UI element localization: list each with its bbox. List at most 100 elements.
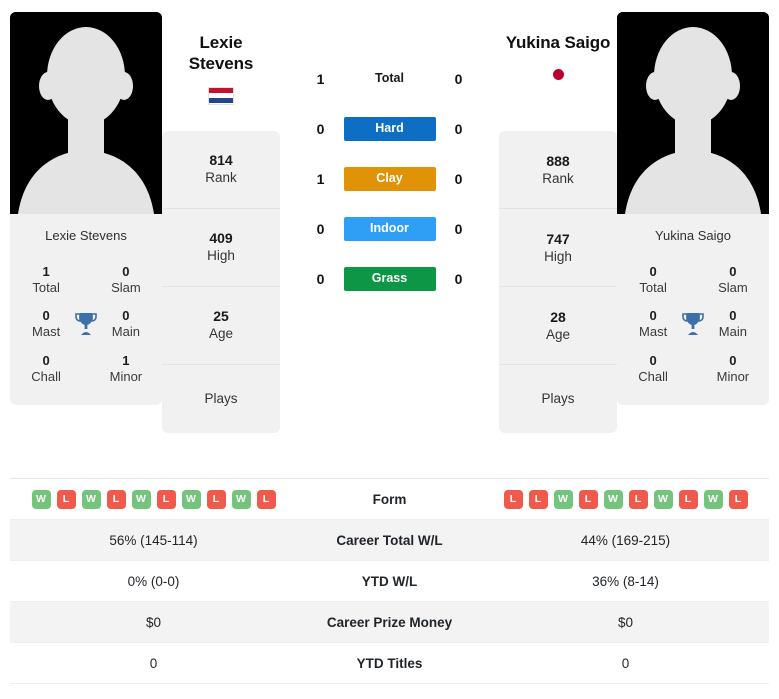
- row-label-ytd-titles: YTD Titles: [356, 655, 423, 671]
- value: 0: [649, 352, 657, 368]
- flag-circle: [552, 68, 564, 80]
- right-player-photo: [617, 12, 769, 214]
- table-row-career-total-wl: 56% (145-114) Career Total W/L 44% (169-…: [10, 519, 769, 561]
- row-label-career-prize-money: Career Prize Money: [326, 614, 453, 630]
- right-career-prize-money: $0: [617, 614, 634, 630]
- h2h-surface-badge-indoor[interactable]: Indoor: [343, 217, 436, 241]
- form-badge-w[interactable]: W: [131, 489, 151, 509]
- value: 0: [649, 308, 657, 324]
- right-player-name[interactable]: Yukina Saigo: [499, 32, 617, 53]
- row-label-form: Form: [372, 491, 407, 507]
- trophy-icon-svg: [75, 313, 97, 336]
- table-row-form: WLWLWLWLWL Form LLWLWLWLWL: [10, 479, 769, 520]
- right-titles-main: 0 Main: [709, 308, 757, 341]
- comparison-stats-table: WLWLWLWLWL Form LLWLWLWLWL 56% (145-114)…: [10, 478, 769, 684]
- trophy-icon: [677, 312, 709, 336]
- h2h-surface-badge-clay[interactable]: Clay: [343, 167, 436, 191]
- right-form-cell: LLWLWLWLWL: [482, 479, 769, 520]
- right-stat-age: 28 Age: [499, 287, 617, 366]
- form-badge-w[interactable]: W: [553, 489, 573, 509]
- left-player-name[interactable]: Lexie Stevens: [162, 32, 280, 75]
- left-titles-chall: 0 Chall: [22, 353, 70, 386]
- value: 0: [42, 352, 50, 368]
- titles-row-1: 1 Total 0 Slam: [16, 258, 156, 303]
- right-career-total-wl: 44% (169-215): [580, 532, 671, 548]
- label: Plays: [541, 391, 575, 407]
- right-player-photo-caption: Yukina Saigo: [655, 228, 731, 243]
- right-stat-high: 747 High: [499, 209, 617, 288]
- left-player-photo: [10, 12, 162, 214]
- person-silhouette-icon: [10, 12, 162, 214]
- form-badge-l[interactable]: L: [503, 489, 523, 509]
- value: 409: [209, 230, 233, 247]
- h2h-right-score: 0: [454, 271, 463, 287]
- h2h-surface-badge-grass[interactable]: Grass: [343, 267, 436, 291]
- h2h-surface-label: Total: [375, 71, 404, 86]
- comparison-header: Lexie Stevens 1 Total 0 Slam 0 Mast 0 Ma…: [0, 0, 779, 478]
- table-row-ytd-wl: 0% (0-0) YTD W/L 36% (8-14): [10, 561, 769, 602]
- label: Total: [32, 279, 60, 295]
- left-stat-age: 25 Age: [162, 287, 280, 365]
- person-silhouette-icon: [617, 12, 769, 214]
- form-badge-w[interactable]: W: [81, 489, 101, 509]
- left-stat-plays: Plays: [162, 365, 280, 433]
- form-badge-w[interactable]: W: [603, 489, 623, 509]
- label: Minor: [109, 368, 143, 384]
- h2h-left-score: 0: [316, 221, 325, 237]
- left-titles-mast: 0 Mast: [22, 308, 70, 341]
- left-titles-minor: 1 Minor: [102, 353, 150, 386]
- label: Age: [208, 326, 234, 342]
- label: Minor: [716, 368, 750, 384]
- value: 747: [546, 230, 570, 247]
- right-player-card[interactable]: Yukina Saigo 0 Total 0 Slam 0 Mast 0 Mai…: [617, 12, 769, 406]
- value: 0: [42, 308, 50, 324]
- label: Rank: [542, 171, 574, 187]
- left-player-photo-caption: Lexie Stevens: [45, 228, 127, 243]
- right-ytd-titles: 0: [621, 655, 630, 671]
- label: Slam: [111, 279, 141, 295]
- right-titles-chall: 0 Chall: [629, 353, 677, 386]
- form-badge-w[interactable]: W: [31, 489, 51, 509]
- right-titles-slam: 0 Slam: [709, 264, 757, 297]
- right-player-identity: Yukina Saigo 888 Rank 747 High 28 Age Pl…: [499, 12, 617, 434]
- name-line-2: Stevens: [188, 54, 254, 74]
- stripe-blue: [209, 98, 233, 104]
- value: 888: [546, 152, 570, 169]
- form-badge-l[interactable]: L: [678, 489, 698, 509]
- label: Main: [718, 324, 747, 340]
- form-badge-w[interactable]: W: [653, 489, 673, 509]
- left-ytd-titles: 0: [149, 655, 158, 671]
- value: 0: [729, 352, 737, 368]
- h2h-left-score: 1: [316, 71, 325, 87]
- player-comparison-page: Lexie Stevens 1 Total 0 Slam 0 Mast 0 Ma…: [0, 0, 779, 699]
- value: 0: [122, 263, 130, 279]
- form-badge-l[interactable]: L: [106, 489, 126, 509]
- form-badge-w[interactable]: W: [703, 489, 723, 509]
- form-badge-w[interactable]: W: [231, 489, 251, 509]
- form-badge-l[interactable]: L: [56, 489, 76, 509]
- left-titles-total: 1 Total: [22, 264, 70, 297]
- label: Chall: [31, 368, 61, 384]
- form-badge-l[interactable]: L: [256, 489, 276, 509]
- value: 0: [122, 308, 130, 324]
- h2h-right-score: 0: [454, 121, 463, 137]
- form-badge-l[interactable]: L: [528, 489, 548, 509]
- h2h-row-hard: 0 Hard 0: [280, 117, 499, 141]
- flag-stripes: [209, 87, 233, 104]
- label: Total: [639, 279, 667, 295]
- form-badge-l[interactable]: L: [578, 489, 598, 509]
- trophy-icon: [70, 312, 102, 336]
- h2h-row-grass: 0 Grass 0: [280, 267, 499, 291]
- form-badge-l[interactable]: L: [206, 489, 226, 509]
- form-badge-l[interactable]: L: [628, 489, 648, 509]
- left-form-cell: WLWLWLWLWL: [10, 479, 297, 520]
- left-player-card[interactable]: Lexie Stevens 1 Total 0 Slam 0 Mast 0 Ma…: [10, 12, 162, 406]
- form-badge-l[interactable]: L: [728, 489, 748, 509]
- h2h-surface-badge-hard[interactable]: Hard: [343, 117, 436, 141]
- right-form-strip: LLWLWLWLWL: [482, 489, 769, 509]
- h2h-right-score: 0: [454, 71, 463, 87]
- titles-row-1: 0 Total 0 Slam: [623, 258, 763, 303]
- right-titles-mast: 0 Mast: [629, 308, 677, 341]
- form-badge-l[interactable]: L: [156, 489, 176, 509]
- form-badge-w[interactable]: W: [181, 489, 201, 509]
